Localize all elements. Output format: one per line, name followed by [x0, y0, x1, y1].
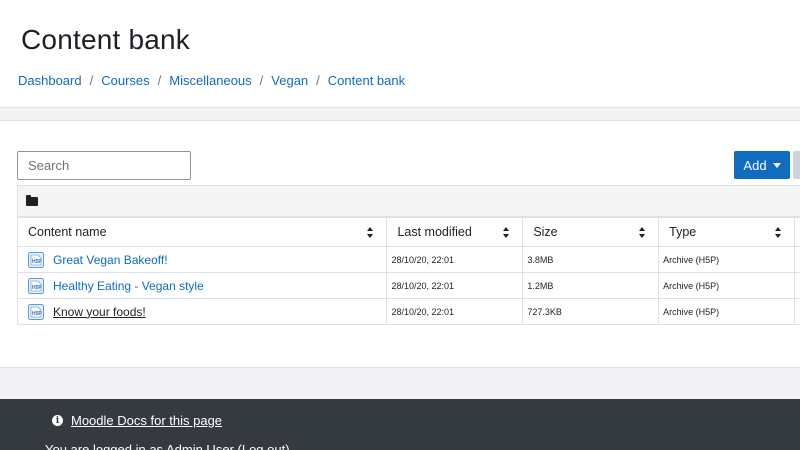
sort-icon[interactable] — [503, 227, 510, 238]
last-modified-cell: 28/10/20, 22:01 — [386, 272, 524, 299]
content-name-cell: H5P Know your foods! — [16, 298, 388, 325]
breadcrumb-dashboard[interactable]: Dashboard — [18, 73, 82, 88]
breadcrumb-separator: / — [157, 73, 162, 88]
login-info: You are logged in as Admin User (Log out… — [45, 442, 290, 450]
content-item-link[interactable]: Great Vegan Bakeoff! — [53, 253, 168, 267]
size-cell: 727.3KB — [522, 298, 660, 325]
column-header-type[interactable]: Type — [658, 217, 795, 247]
sort-icon[interactable] — [774, 227, 782, 238]
overflow-cell — [793, 272, 800, 299]
page-header: Content bank Dashboard / Courses / Misce… — [0, 0, 800, 108]
sort-icon[interactable] — [367, 227, 374, 238]
table-row: H5P Healthy Eating - Vegan style 28/10/2… — [16, 272, 800, 299]
column-header-size[interactable]: Size — [522, 217, 660, 247]
last-modified-cell: 28/10/20, 22:01 — [386, 246, 524, 273]
logout-link[interactable]: (Log out) — [238, 442, 290, 450]
add-button-label: Add — [743, 157, 767, 173]
moodle-docs-link[interactable]: Moodle Docs for this page — [71, 413, 222, 428]
user-profile-link[interactable]: Admin User — [166, 442, 234, 450]
column-header-content-name[interactable]: Content name — [16, 217, 388, 247]
view-toggle-button[interactable] — [793, 151, 800, 179]
breadcrumb-courses[interactable]: Courses — [101, 73, 149, 88]
docs-row: i Moodle Docs for this page — [52, 413, 222, 428]
table-row: H5P Great Vegan Bakeoff! 28/10/20, 22:01… — [16, 246, 800, 273]
folder-icon[interactable] — [26, 195, 38, 206]
content-name-cell: H5P Healthy Eating - Vegan style — [16, 272, 388, 299]
breadcrumb: Dashboard / Courses / Miscellaneous / Ve… — [18, 73, 405, 88]
breadcrumb-separator: / — [89, 73, 94, 88]
last-modified-cell: 28/10/20, 22:01 — [386, 298, 524, 325]
size-cell: 3.8MB — [522, 246, 660, 273]
column-header-last-modified[interactable]: Last modified — [386, 217, 524, 247]
type-cell: Archive (H5P) — [658, 246, 795, 273]
breadcrumb-content-bank[interactable]: Content bank — [328, 73, 405, 88]
content-table: Content name Last modified Size Type H5P… — [16, 217, 800, 325]
overflow-cell — [793, 298, 800, 325]
add-button[interactable]: Add — [734, 151, 790, 179]
content-item-link[interactable]: Healthy Eating - Vegan style — [53, 279, 204, 293]
type-cell: Archive (H5P) — [658, 272, 795, 299]
folder-navigation — [17, 185, 800, 217]
size-cell: 1.2MB — [522, 272, 660, 299]
sort-icon[interactable] — [639, 227, 646, 238]
breadcrumb-vegan[interactable]: Vegan — [271, 73, 308, 88]
info-icon: i — [52, 415, 63, 426]
content-item-link[interactable]: Know your foods! — [53, 305, 146, 319]
chevron-down-icon — [772, 163, 781, 168]
breadcrumb-miscellaneous[interactable]: Miscellaneous — [169, 73, 251, 88]
h5p-icon: H5P — [28, 277, 44, 294]
page-title: Content bank — [21, 24, 190, 55]
h5p-icon: H5P — [28, 303, 44, 320]
type-cell: Archive (H5P) — [658, 298, 795, 325]
svg-text:H5P: H5P — [32, 285, 42, 291]
table-row: H5P Know your foods! 28/10/20, 22:01 727… — [16, 298, 800, 325]
svg-text:H5P: H5P — [32, 311, 42, 317]
content-name-cell: H5P Great Vegan Bakeoff! — [16, 246, 388, 273]
page-footer: i Moodle Docs for this page You are logg… — [0, 399, 800, 450]
overflow-cell — [793, 246, 800, 273]
breadcrumb-separator: / — [259, 73, 264, 88]
svg-text:H5P: H5P — [32, 259, 42, 265]
h5p-icon: H5P — [28, 251, 44, 268]
login-prefix: You are logged in as — [45, 442, 166, 450]
column-header-overflow — [793, 217, 800, 247]
breadcrumb-separator: / — [316, 73, 320, 88]
search-input[interactable] — [17, 151, 191, 180]
